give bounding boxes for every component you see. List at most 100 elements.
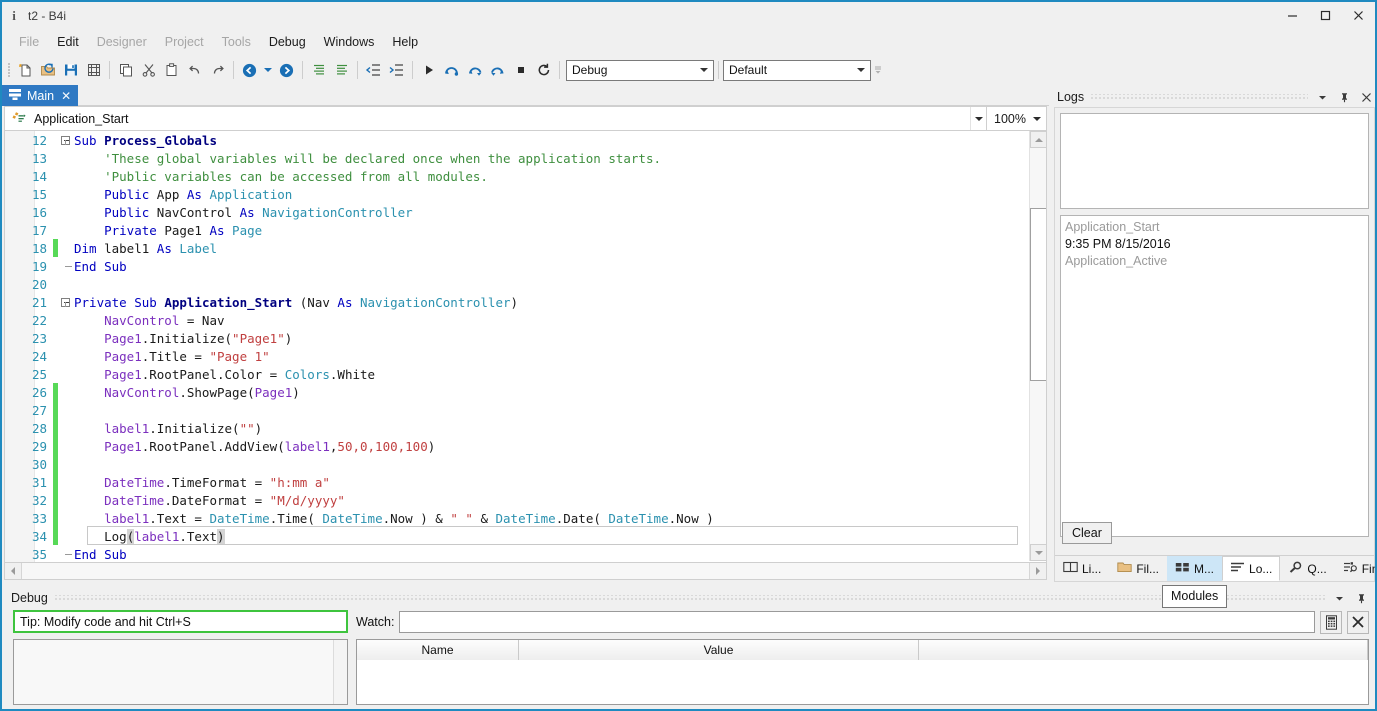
new-file-icon[interactable] bbox=[13, 59, 36, 82]
editor-horizontal-scrollbar[interactable] bbox=[4, 562, 1047, 580]
menu-file[interactable]: File bbox=[10, 31, 48, 54]
maximize-button[interactable] bbox=[1309, 2, 1342, 29]
panel-drag-handle[interactable] bbox=[54, 595, 1325, 601]
code-line[interactable]: 20 bbox=[5, 275, 1029, 293]
watch-input[interactable] bbox=[399, 611, 1315, 633]
code-line[interactable]: 25 Page1.RootPanel.Color = Colors.White bbox=[5, 365, 1029, 383]
save-all-icon[interactable] bbox=[82, 59, 105, 82]
close-icon[interactable]: ✕ bbox=[61, 89, 71, 103]
outdent-icon[interactable] bbox=[362, 59, 385, 82]
close-button[interactable] bbox=[1342, 2, 1375, 29]
fold-toggle-icon[interactable] bbox=[58, 298, 72, 307]
chevron-down-icon[interactable] bbox=[1314, 89, 1330, 105]
code-line[interactable]: 19End Sub bbox=[5, 257, 1029, 275]
code-line[interactable]: 17 Private Page1 As Page bbox=[5, 221, 1029, 239]
indent-icon[interactable] bbox=[385, 59, 408, 82]
vertical-scroll-thumb[interactable] bbox=[1030, 208, 1047, 381]
comment-block-icon[interactable] bbox=[307, 59, 330, 82]
menu-windows[interactable]: Windows bbox=[315, 31, 384, 54]
step-into-icon[interactable] bbox=[463, 59, 486, 82]
document-tab-main[interactable]: Main ✕ bbox=[2, 85, 78, 106]
undo-icon[interactable] bbox=[183, 59, 206, 82]
code-line[interactable]: 21Private Sub Application_Start (Nav As … bbox=[5, 293, 1029, 311]
run-icon[interactable] bbox=[417, 59, 440, 82]
restart-icon[interactable] bbox=[532, 59, 555, 82]
history-dropdown-icon[interactable] bbox=[261, 59, 275, 82]
scope-dropdown-button[interactable] bbox=[970, 107, 986, 130]
code-line[interactable]: 15 Public App As Application bbox=[5, 185, 1029, 203]
code-line[interactable]: 18Dim label1 As Label bbox=[5, 239, 1029, 257]
code-editor[interactable]: 12Sub Process_Globals13 'These global va… bbox=[4, 131, 1047, 579]
step-over-icon[interactable] bbox=[440, 59, 463, 82]
logs-output-list[interactable]: Application_Start 9:35 PM 8/15/2016 Appl… bbox=[1060, 215, 1369, 537]
code-line[interactable]: 34 Log(label1.Text) bbox=[5, 527, 1029, 545]
stop-icon[interactable] bbox=[509, 59, 532, 82]
editor-zoom-combo[interactable]: 100% bbox=[986, 107, 1046, 130]
tool-tab-logs[interactable]: Lo... bbox=[1222, 556, 1280, 581]
pin-icon[interactable] bbox=[1336, 89, 1352, 105]
code-line[interactable]: 35End Sub bbox=[5, 545, 1029, 563]
menu-tools[interactable]: Tools bbox=[213, 31, 260, 54]
chevron-down-icon[interactable] bbox=[1331, 590, 1347, 606]
code-line[interactable]: 14 'Public variables can be accessed fro… bbox=[5, 167, 1029, 185]
open-folder-icon[interactable] bbox=[36, 59, 59, 82]
keypad-icon[interactable] bbox=[1320, 611, 1342, 634]
code-line[interactable]: 32 DateTime.DateFormat = "M/d/yyyy" bbox=[5, 491, 1029, 509]
navigate-forward-icon[interactable] bbox=[275, 59, 298, 82]
code-line[interactable]: 30 bbox=[5, 455, 1029, 473]
build-configuration-combo[interactable]: Debug bbox=[566, 60, 714, 81]
navigate-back-icon[interactable] bbox=[238, 59, 261, 82]
tool-tab-quick-search[interactable]: Q... bbox=[1280, 556, 1334, 581]
panel-drag-handle[interactable] bbox=[1090, 94, 1308, 100]
code-line[interactable]: 27 bbox=[5, 401, 1029, 419]
watch-column-value[interactable]: Value bbox=[519, 640, 919, 660]
paste-icon[interactable] bbox=[160, 59, 183, 82]
close-icon[interactable] bbox=[1347, 611, 1369, 634]
close-icon[interactable] bbox=[1358, 89, 1374, 105]
editor-vertical-scrollbar[interactable] bbox=[1029, 131, 1046, 561]
build-target-combo[interactable]: Default bbox=[723, 60, 871, 81]
toolbar-grip[interactable] bbox=[5, 61, 13, 79]
code-line[interactable]: 12Sub Process_Globals bbox=[5, 131, 1029, 149]
code-line[interactable]: 28 label1.Initialize("") bbox=[5, 419, 1029, 437]
code-line[interactable]: 29 Page1.RootPanel.AddView(label1,50,0,1… bbox=[5, 437, 1029, 455]
copy-icon[interactable] bbox=[114, 59, 137, 82]
tool-tab-find-all[interactable]: Fin... bbox=[1335, 556, 1377, 581]
save-icon[interactable] bbox=[59, 59, 82, 82]
step-out-icon[interactable] bbox=[486, 59, 509, 82]
minimize-button[interactable] bbox=[1276, 2, 1309, 29]
uncomment-block-icon[interactable] bbox=[330, 59, 353, 82]
cut-icon[interactable] bbox=[137, 59, 160, 82]
watch-column-extra[interactable] bbox=[919, 640, 1368, 660]
scope-selector[interactable]: Application_Start bbox=[5, 107, 970, 130]
tool-tab-libraries[interactable]: Li... bbox=[1055, 556, 1109, 581]
tool-tab-files[interactable]: Fil... bbox=[1109, 556, 1167, 581]
menu-designer[interactable]: Designer bbox=[88, 31, 156, 54]
code-line[interactable]: 33 label1.Text = DateTime.Time( DateTime… bbox=[5, 509, 1029, 527]
pin-icon[interactable] bbox=[1353, 590, 1369, 606]
scroll-up-button[interactable] bbox=[1030, 131, 1047, 148]
scroll-left-button[interactable] bbox=[5, 563, 22, 579]
code-line[interactable]: 22 NavControl = Nav bbox=[5, 311, 1029, 329]
watch-column-name[interactable]: Name bbox=[357, 640, 519, 660]
fold-toggle-icon[interactable] bbox=[58, 136, 72, 145]
code-line[interactable]: 31 DateTime.TimeFormat = "h:mm a" bbox=[5, 473, 1029, 491]
menu-help[interactable]: Help bbox=[383, 31, 427, 54]
menu-project[interactable]: Project bbox=[156, 31, 213, 54]
scroll-right-button[interactable] bbox=[1029, 563, 1046, 579]
tool-tab-modules[interactable]: M... bbox=[1167, 556, 1222, 581]
code-line[interactable]: 13 'These global variables will be decla… bbox=[5, 149, 1029, 167]
debug-list-scrollbar[interactable] bbox=[333, 640, 347, 704]
code-line[interactable]: 26 NavControl.ShowPage(Page1) bbox=[5, 383, 1029, 401]
code-line[interactable]: 24 Page1.Title = "Page 1" bbox=[5, 347, 1029, 365]
code-line[interactable]: 23 Page1.Initialize("Page1") bbox=[5, 329, 1029, 347]
debug-output-list[interactable] bbox=[13, 639, 348, 705]
scroll-down-button[interactable] bbox=[1030, 544, 1047, 561]
redo-icon[interactable] bbox=[206, 59, 229, 82]
toolbar-overflow-button[interactable] bbox=[871, 62, 885, 79]
menu-edit[interactable]: Edit bbox=[48, 31, 88, 54]
code-line[interactable]: 16 Public NavControl As NavigationContro… bbox=[5, 203, 1029, 221]
watch-table[interactable]: Name Value bbox=[356, 639, 1369, 705]
clear-logs-button[interactable]: Clear bbox=[1062, 522, 1112, 544]
menu-debug[interactable]: Debug bbox=[260, 31, 315, 54]
